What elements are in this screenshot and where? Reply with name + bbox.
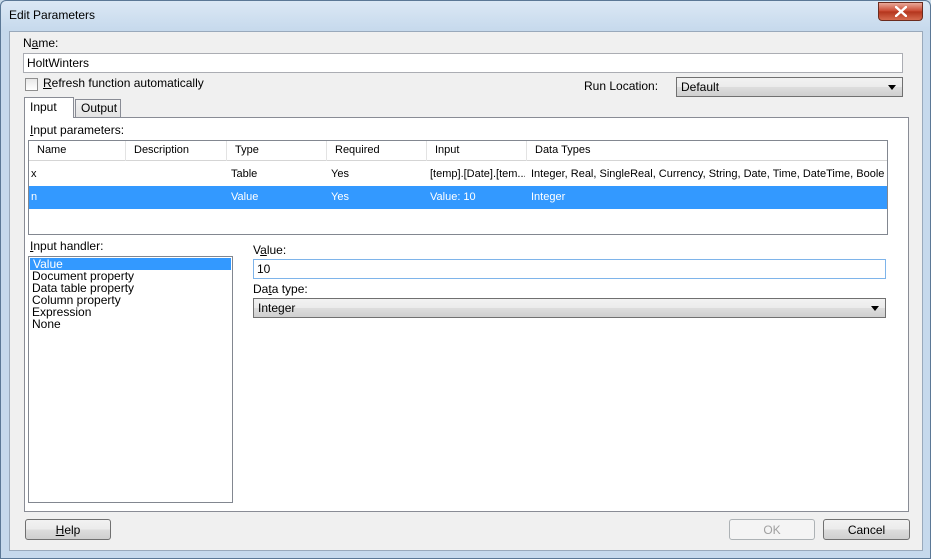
cancel-button[interactable]: Cancel (823, 519, 910, 540)
name-label: Name: (23, 36, 59, 50)
title-bar[interactable]: Edit Parameters (1, 1, 930, 31)
input-parameters-label: Input parameters: (30, 123, 125, 137)
column-header-input[interactable]: Input (427, 141, 527, 161)
refresh-label[interactable]: Refresh function automatically (43, 76, 204, 90)
column-header-data-types[interactable]: Data Types (527, 141, 887, 161)
dialog-body: Name: HoltWinters Refresh function autom… (9, 31, 923, 551)
tab-input[interactable]: Input (24, 97, 74, 118)
data-type-select[interactable]: Integer (253, 298, 886, 318)
cell-type: Value (231, 191, 259, 203)
table-header: Name Description Type Required Input Dat… (29, 141, 887, 161)
chevron-down-icon (871, 306, 879, 311)
column-header-required[interactable]: Required (327, 141, 427, 161)
input-parameters-table[interactable]: Name Description Type Required Input Dat… (28, 140, 888, 235)
value-input[interactable]: 10 (253, 259, 886, 279)
cell-name: n (31, 191, 38, 203)
name-input[interactable]: HoltWinters (23, 53, 903, 73)
cell-data-types: Integer, Real, SingleReal, Currency, Str… (531, 168, 885, 180)
chevron-down-icon (888, 85, 896, 90)
refresh-checkbox[interactable] (25, 78, 38, 91)
cell-data-types: Integer (531, 191, 566, 203)
cell-name: x (31, 168, 37, 180)
list-item[interactable]: None (29, 318, 232, 330)
cell-input: Value: 10 (430, 191, 476, 203)
cell-type: Table (231, 168, 258, 180)
run-location-value: Default (681, 80, 720, 94)
cell-input: [temp].[Date].[tem... (430, 168, 525, 180)
input-tab-panel: Input parameters: Name Description Type … (24, 117, 909, 512)
cell-required: Yes (331, 168, 349, 180)
column-header-type[interactable]: Type (227, 141, 327, 161)
value-label: Value: (253, 243, 287, 257)
data-type-label: Data type: (253, 282, 308, 296)
window-title: Edit Parameters (9, 8, 96, 22)
input-handler-label: Input handler: (30, 239, 104, 253)
close-icon (894, 6, 907, 17)
cell-required: Yes (331, 191, 349, 203)
input-handler-list[interactable]: Value Document property Data table prope… (28, 256, 233, 503)
ok-button[interactable]: OK (729, 519, 815, 540)
table-row[interactable]: n Value Yes Value: 10 Integer (29, 186, 887, 209)
column-header-description[interactable]: Description (126, 141, 227, 161)
tab-output[interactable]: Output (75, 99, 121, 117)
edit-parameters-dialog: Edit Parameters Name: HoltWinters Refres… (0, 0, 931, 559)
close-button[interactable] (878, 2, 923, 21)
table-row[interactable]: x Table Yes [temp].[Date].[tem... Intege… (29, 163, 887, 186)
data-type-value: Integer (258, 301, 296, 315)
column-header-name[interactable]: Name (29, 141, 126, 161)
run-location-label: Run Location: (584, 79, 659, 93)
run-location-select[interactable]: Default (676, 77, 903, 97)
help-button[interactable]: Help (25, 519, 111, 540)
